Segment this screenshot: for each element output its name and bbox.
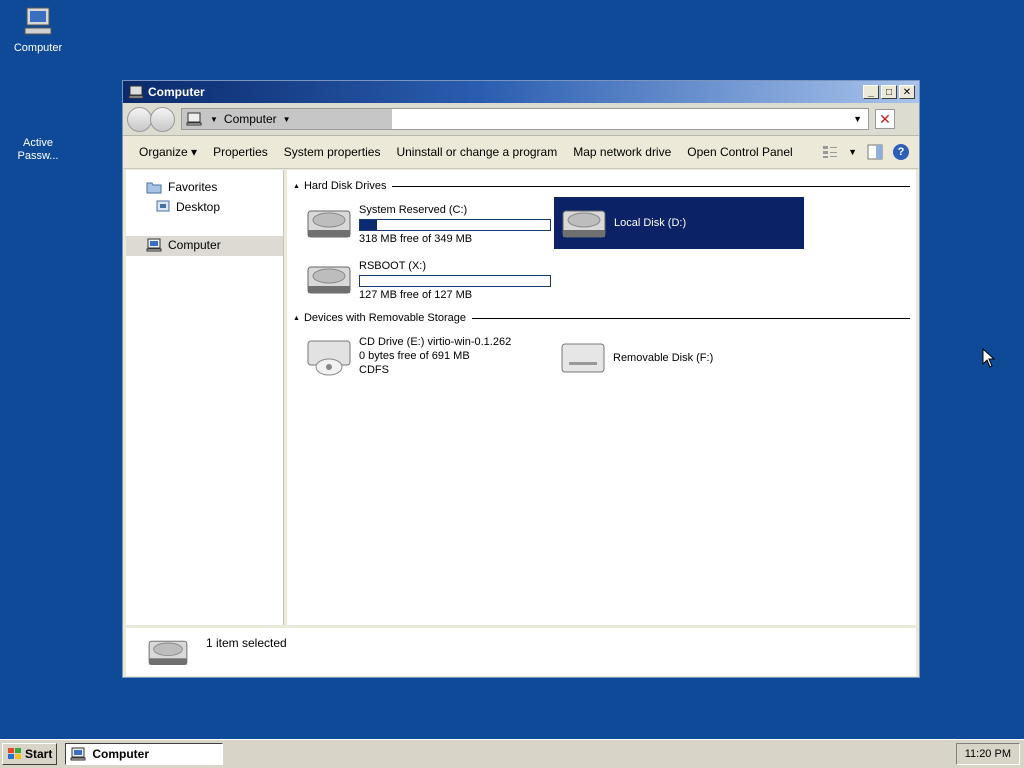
address-bar[interactable]: ▼ Computer ▼ ▼ (181, 108, 869, 130)
navigation-pane: Favorites Desktop Computer (126, 170, 284, 625)
drive-e[interactable]: CD Drive (E:) virtio-win-0.1.262 0 bytes… (305, 335, 511, 379)
properties-button[interactable]: Properties (213, 145, 268, 159)
uninstall-program-button[interactable]: Uninstall or change a program (396, 145, 557, 159)
drive-filesystem: CDFS (359, 364, 389, 376)
drive-d[interactable]: Local Disk (D:) (554, 197, 804, 249)
organize-button[interactable]: Organize ▾ (139, 145, 197, 159)
taskbar-item-computer[interactable]: Computer (65, 743, 224, 765)
nav-item-computer[interactable]: Computer (146, 238, 221, 252)
nav-label: Desktop (176, 200, 221, 214)
command-bar: Organize ▾ Properties System properties … (123, 136, 919, 169)
windows-logo-icon (8, 748, 21, 759)
map-network-drive-button[interactable]: Map network drive (573, 145, 671, 159)
drive-name: RSBOOT (X:) (359, 260, 427, 272)
back-button[interactable] (127, 106, 152, 132)
views-icon[interactable] (822, 145, 838, 159)
group-header-removable[interactable]: ▲ Devices with Removable Storage (293, 312, 910, 324)
drive-c[interactable]: System Reserved (C:) 318 MB free of 349 … (305, 203, 551, 246)
drive-name: Removable Disk (F:) (613, 352, 714, 364)
computer-icon (24, 7, 52, 35)
maximize-button[interactable]: □ (881, 85, 897, 99)
system-properties-button[interactable]: System properties (284, 145, 381, 159)
collapse-icon[interactable]: ▲ (293, 183, 300, 190)
drive-free-space: 318 MB free of 349 MB (359, 233, 473, 245)
minimize-button[interactable]: _ (863, 85, 879, 99)
close-button[interactable]: ✕ (899, 85, 915, 99)
details-pane: 1 item selected (126, 628, 916, 676)
desktop-icon-active-password[interactable]: Active Passw... (0, 124, 76, 176)
desktop-icon (156, 200, 170, 212)
drive-f[interactable]: Removable Disk (F:) (559, 338, 713, 378)
nav-item-favorites[interactable]: Favorites (146, 180, 217, 194)
system-tray-clock[interactable]: 11:20 PM (955, 743, 1020, 765)
drive-free-space: 127 MB free of 127 MB (359, 289, 473, 301)
nav-item-desktop[interactable]: Desktop (156, 200, 220, 214)
explorer-window: Computer _ □ ✕ ▼ Computer ▼ ▼ ✕ Organize… (122, 80, 920, 678)
drive-name: System Reserved (C:) (359, 204, 468, 216)
breadcrumb-computer[interactable]: Computer (224, 112, 277, 126)
hard-drive-icon (307, 210, 351, 238)
address-dropdown-icon[interactable]: ▼ (853, 114, 862, 124)
nav-label: Computer (168, 238, 221, 252)
cd-drive-icon (307, 340, 351, 376)
preview-pane-icon[interactable] (867, 144, 883, 160)
usage-bar (359, 219, 551, 231)
address-row: ▼ Computer ▼ ▼ ✕ (123, 103, 919, 136)
hard-drive-icon (307, 266, 351, 294)
start-button[interactable]: Start (2, 743, 58, 765)
drive-x[interactable]: RSBOOT (X:) 127 MB free of 127 MB (305, 259, 551, 302)
open-control-panel-button[interactable]: Open Control Panel (687, 145, 792, 159)
desktop-icon-label: Computer (13, 42, 63, 54)
group-header-hard-disks[interactable]: ▲ Hard Disk Drives (293, 180, 910, 192)
help-icon[interactable]: ? (893, 144, 909, 160)
desktop-icon-computer[interactable]: Computer (0, 6, 76, 55)
desktop-icon-label: Active Passw... (17, 137, 59, 162)
chevron-down-icon[interactable]: ▼ (283, 115, 291, 124)
stop-button[interactable]: ✕ (875, 109, 895, 129)
hard-drive-icon (148, 640, 188, 666)
folder-icon (146, 182, 162, 194)
forward-button[interactable] (150, 106, 175, 132)
computer-icon (70, 747, 86, 761)
removable-drive-icon (561, 343, 605, 373)
content-pane: ▲ Hard Disk Drives System Reserved (C:) … (287, 170, 916, 625)
collapse-icon[interactable]: ▲ (293, 315, 300, 322)
taskbar: Start Computer 11:20 PM (0, 739, 1024, 768)
computer-icon (146, 238, 162, 252)
mouse-cursor-icon (982, 348, 996, 368)
usage-bar (359, 275, 551, 287)
drive-name: CD Drive (E:) virtio-win-0.1.262 (359, 336, 512, 348)
views-dropdown-icon[interactable]: ▼ (848, 147, 857, 157)
computer-icon (186, 112, 202, 126)
hard-drive-icon (562, 210, 606, 238)
window-title: Computer (148, 85, 205, 99)
selection-status: 1 item selected (206, 636, 287, 650)
computer-icon (128, 85, 144, 99)
drive-free-space: 0 bytes free of 691 MB (359, 350, 470, 362)
chevron-down-icon[interactable]: ▼ (210, 115, 218, 124)
nav-label: Favorites (168, 180, 218, 194)
window-body: Favorites Desktop Computer ▲ Hard Disk D… (126, 170, 916, 625)
drive-name: Local Disk (D:) (614, 217, 687, 229)
title-bar[interactable]: Computer _ □ ✕ (123, 81, 919, 103)
